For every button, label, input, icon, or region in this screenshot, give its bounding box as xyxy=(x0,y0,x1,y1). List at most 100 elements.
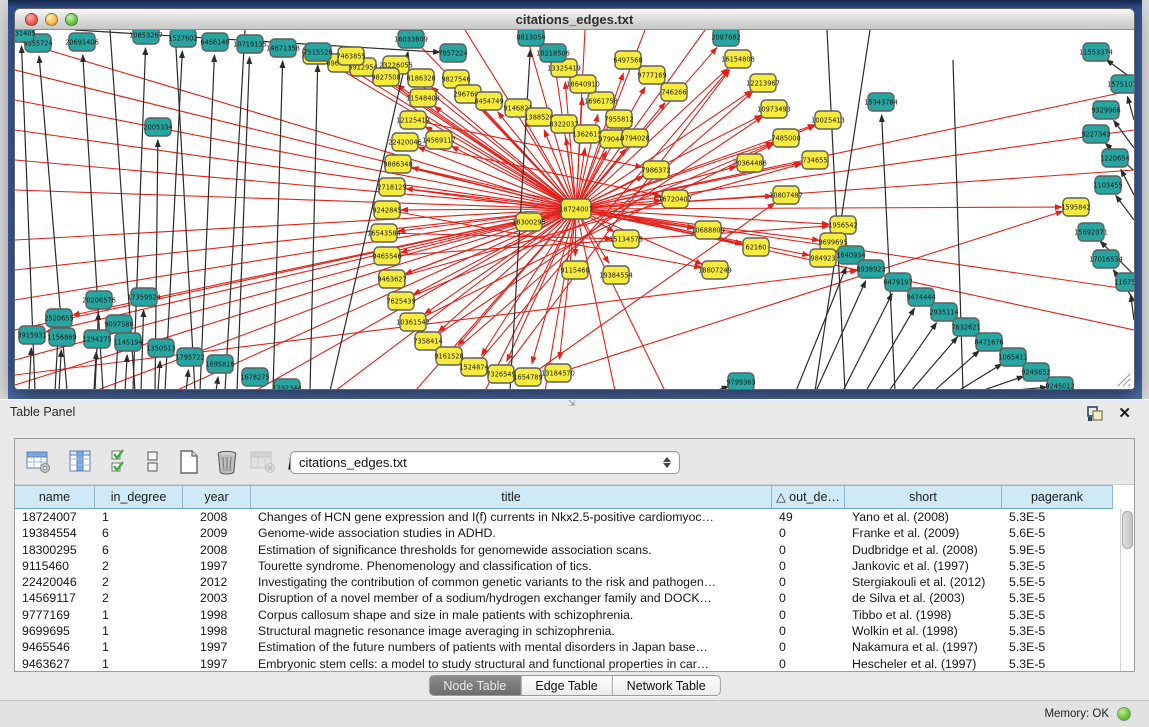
graph-node[interactable]: 15943784 xyxy=(864,93,898,111)
graph-node[interactable]: 14569117 xyxy=(422,131,456,149)
graph-node[interactable]: 6497568 xyxy=(613,51,642,69)
graph-node[interactable]: 9465546 xyxy=(372,247,401,265)
graph-node[interactable]: 9463627 xyxy=(377,270,406,288)
graph-node[interactable]: 8454749 xyxy=(474,92,503,110)
graph-node[interactable]: 2087682 xyxy=(711,30,740,46)
graph-node[interactable]: 9245012 xyxy=(1045,377,1074,390)
graph-node[interactable]: 1220654 xyxy=(1100,149,1129,167)
graph-node[interactable]: 9827508 xyxy=(371,68,400,86)
column-header-6[interactable]: pagerank xyxy=(1002,485,1113,509)
graph-node[interactable]: 2718129 xyxy=(377,178,406,196)
graph-node[interactable]: 1695816 xyxy=(205,355,234,373)
graph-node[interactable]: 17359924 xyxy=(127,288,161,306)
graph-node[interactable]: 8186328 xyxy=(406,69,435,87)
tab-node-table[interactable]: Node Table xyxy=(429,676,521,695)
graph-node[interactable]: 16961758 xyxy=(584,92,618,110)
graph-node[interactable]: 10719135 xyxy=(233,35,267,53)
graph-node[interactable]: 1527602 xyxy=(168,30,197,47)
citation-network-graph[interactable]: 1872400774638228960128591295423226055982… xyxy=(15,30,1134,390)
vertical-scrollbar[interactable] xyxy=(1120,509,1134,671)
graph-node[interactable]: 746266 xyxy=(661,83,687,101)
graph-node[interactable]: 6466140 xyxy=(200,33,229,51)
graph-node[interactable]: 62160 xyxy=(743,238,769,256)
graph-node[interactable]: 6479197 xyxy=(883,273,912,291)
table-row[interactable]: 1830029562008Estimation of significance … xyxy=(15,542,1121,558)
close-window-button[interactable] xyxy=(25,13,38,26)
graph-node[interactable]: 12125419 xyxy=(396,111,430,129)
graph-node[interactable]: 8938923 xyxy=(856,260,885,278)
delete-rows-icon[interactable] xyxy=(211,446,243,478)
graph-node[interactable]: 11548408 xyxy=(406,89,440,107)
graph-node[interactable]: 1292344 xyxy=(272,379,301,390)
column-header-1[interactable]: in_degree xyxy=(95,485,183,509)
graph-node[interactable]: 1167533 xyxy=(1114,273,1134,291)
graph-node[interactable]: 12213967 xyxy=(746,74,780,92)
select-columns-icon[interactable] xyxy=(105,446,137,478)
graph-node[interactable]: 10653267 xyxy=(129,30,163,44)
graph-node[interactable]: 7632621 xyxy=(951,318,980,336)
graph-node[interactable]: 15134575 xyxy=(609,230,643,248)
column-header-2[interactable]: year xyxy=(183,485,251,509)
graph-node[interactable]: 1294275 xyxy=(82,330,111,348)
graph-node[interactable]: 14671358 xyxy=(266,39,300,57)
table-row[interactable]: 1872400712008Changes of HCN gene express… xyxy=(15,509,1121,525)
graph-node[interactable]: 1131405 xyxy=(15,30,36,42)
tab-network-table[interactable]: Network Table xyxy=(613,676,720,695)
new-table-icon[interactable] xyxy=(173,446,205,478)
graph-node[interactable]: 7857224 xyxy=(438,44,467,62)
table-row[interactable]: 1456911722003Disruption of a novel membe… xyxy=(15,590,1121,606)
table-row[interactable]: 946554611997Estimation of the future num… xyxy=(15,639,1121,655)
graph-node[interactable]: 10973493 xyxy=(757,100,791,118)
graph-node[interactable]: 9161528 xyxy=(434,347,463,365)
graph-node[interactable]: 7463855 xyxy=(336,47,365,65)
graph-node[interactable]: 8813054 xyxy=(516,30,545,46)
graph-node[interactable]: 16543584 xyxy=(367,224,401,242)
graph-node[interactable]: 8471676 xyxy=(974,333,1003,351)
graph-node[interactable]: 1678275 xyxy=(240,368,269,386)
panel-splitter-handle[interactable]: ⇲ xyxy=(568,398,576,409)
graph-node[interactable]: 2005334 xyxy=(143,118,172,136)
graph-node[interactable]: 9115460 xyxy=(560,261,589,279)
graph-node[interactable]: 9799363 xyxy=(726,373,755,390)
graph-node[interactable]: 9329966 xyxy=(1091,101,1120,119)
network-canvas[interactable]: 1872400774638228960128591295423226055982… xyxy=(15,30,1134,390)
graph-node[interactable]: 20364486 xyxy=(733,154,767,172)
graph-node[interactable]: 15692071 xyxy=(1074,223,1108,241)
graph-node[interactable]: 3915931 xyxy=(17,326,46,344)
graph-node[interactable]: 1795722 xyxy=(175,348,204,366)
graph-node[interactable]: 9227343 xyxy=(1081,125,1110,143)
table-row[interactable]: 946362711997Embryonic stem cells: a mode… xyxy=(15,656,1121,671)
graph-node[interactable]: 9097588 xyxy=(104,315,133,333)
row-height-icon[interactable] xyxy=(137,446,169,478)
graph-node[interactable]: 9474444 xyxy=(906,288,935,306)
show-columns-icon[interactable] xyxy=(65,446,97,478)
close-panel-icon[interactable]: ✕ xyxy=(1118,407,1131,421)
graph-node[interactable]: 20206576 xyxy=(82,291,116,309)
graph-node[interactable]: 2520655 xyxy=(44,309,73,327)
graph-node[interactable]: 19218506 xyxy=(536,44,570,62)
table-row[interactable]: 977716911998Corpus callosum shape and si… xyxy=(15,607,1121,623)
graph-node[interactable]: 7625439 xyxy=(386,292,415,310)
graph-node[interactable]: 1145194 xyxy=(113,333,142,351)
graph-node[interactable]: 1595842 xyxy=(1061,198,1090,216)
graph-node[interactable]: 7485000 xyxy=(771,129,800,147)
graph-node[interactable]: 1654789 xyxy=(513,368,542,386)
graph-node[interactable]: 1156869 xyxy=(47,328,76,346)
table-row[interactable]: 911546021997Tourette syndrome. Phenomeno… xyxy=(15,558,1121,574)
minimize-window-button[interactable] xyxy=(45,13,58,26)
graph-node[interactable]: 11553374 xyxy=(1079,43,1113,61)
graph-node[interactable]: 9242845 xyxy=(372,201,401,219)
graph-node[interactable]: 1524874 xyxy=(459,358,488,376)
graph-node[interactable]: 9777169 xyxy=(637,66,666,84)
graph-node[interactable]: 1103455 xyxy=(1093,176,1122,194)
table-row[interactable]: 1938455462009Genome-wide association stu… xyxy=(15,525,1121,541)
graph-node[interactable]: 9794028 xyxy=(620,129,649,147)
graph-node[interactable]: 10688809 xyxy=(691,221,725,239)
graph-node[interactable]: 734655 xyxy=(802,151,828,169)
table-selector-dropdown[interactable]: citations_edges.txt xyxy=(290,451,680,474)
graph-node[interactable]: 18300295 xyxy=(512,213,546,231)
graph-node[interactable]: 18807249 xyxy=(698,261,732,279)
window-titlebar[interactable]: citations_edges.txt xyxy=(15,9,1134,30)
graph-node[interactable]: 16154808 xyxy=(721,50,755,68)
graph-node[interactable]: 15751074 xyxy=(1107,75,1134,93)
